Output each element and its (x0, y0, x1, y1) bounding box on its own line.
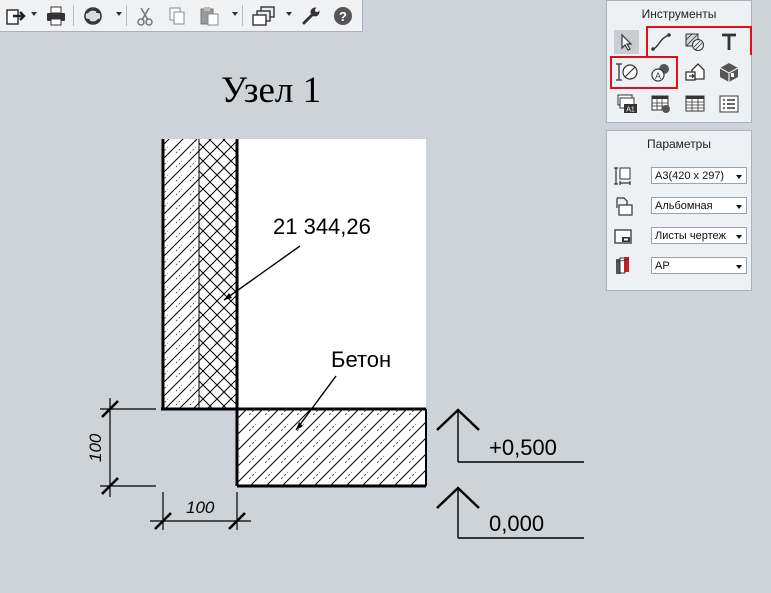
tools-panel-title: Инструменты (641, 7, 717, 21)
print-icon[interactable] (43, 4, 69, 28)
view-export-icon[interactable] (682, 60, 707, 84)
param-row-sheets: Листы чертеж (611, 225, 747, 247)
level-bottom-label: 0,000 (489, 511, 544, 536)
chevron-down-icon (736, 235, 742, 239)
layers-icon (615, 257, 630, 274)
chevron-down-icon (736, 175, 742, 179)
wall-outer-layer (163, 139, 199, 409)
svg-text:A1: A1 (626, 107, 635, 114)
3d-view-icon[interactable] (716, 60, 741, 84)
material-label: Бетон (331, 347, 391, 372)
paste-dropdown-icon[interactable] (232, 12, 238, 16)
orientation-value: Альбомная (655, 200, 713, 212)
chevron-down-icon (736, 265, 742, 269)
paste-icon[interactable] (197, 4, 223, 28)
list-icon[interactable] (716, 92, 741, 116)
param-row-paper-size: A3(420 x 297) (611, 165, 747, 187)
area-label: 21 344,26 (273, 214, 371, 239)
sheets-icon (614, 229, 632, 244)
wall-insulation-layer (199, 139, 237, 409)
stamp-icon[interactable]: A1 (614, 92, 639, 116)
chevron-down-icon (736, 205, 742, 209)
cut-icon[interactable] (133, 4, 157, 28)
orientation-icon (616, 197, 633, 216)
export-dropdown-icon[interactable] (31, 12, 37, 16)
highlight-box-top (646, 26, 752, 55)
table-icon[interactable] (682, 92, 707, 116)
select-icon[interactable] (614, 30, 639, 54)
svg-text:?: ? (339, 9, 347, 24)
export-icon[interactable] (2, 4, 30, 28)
drawing-title: Узел 1 (221, 70, 321, 111)
help-icon[interactable]: ? (331, 4, 355, 28)
parameters-panel-title: Параметры (647, 137, 711, 151)
paper-size-select[interactable]: A3(420 x 297) (651, 167, 747, 184)
sync-icon[interactable] (79, 4, 107, 28)
copy-icon[interactable] (165, 4, 189, 28)
layers-select[interactable]: АР (651, 257, 747, 274)
settings-wrench-icon[interactable] (299, 4, 323, 28)
sync-dropdown-icon[interactable] (116, 12, 122, 16)
table-edit-icon[interactable] (648, 92, 673, 116)
main-toolbar: ? (0, 0, 363, 32)
parameters-panel: Параметры A3(420 x 297) Альбомная Листы … (606, 130, 752, 291)
views-dropdown-icon[interactable] (286, 12, 292, 16)
paper-size-icon (614, 167, 631, 185)
sheets-select[interactable]: Листы чертеж (651, 227, 747, 244)
dimension-vertical (100, 398, 156, 497)
level-top-label: +0,500 (489, 435, 557, 460)
layers-value: АР (655, 260, 670, 272)
drawing-canvas[interactable]: Узел 1 21 344,26 Бетон +0,500 0,000 100 (0, 31, 603, 593)
dimension-horizontal-label: 100 (186, 498, 215, 517)
orientation-select[interactable]: Альбомная (651, 197, 747, 214)
param-row-orientation: Альбомная (611, 195, 747, 217)
param-row-layers: АР (611, 255, 747, 277)
concrete-slab (237, 409, 426, 486)
highlight-box-left (610, 56, 678, 89)
dimension-vertical-label: 100 (86, 433, 105, 462)
tools-panel: Инструменты A A1 (606, 0, 752, 123)
sheets-value: Листы чертеж (655, 230, 726, 242)
paper-size-value: A3(420 x 297) (655, 170, 725, 182)
views-icon[interactable] (250, 4, 278, 28)
